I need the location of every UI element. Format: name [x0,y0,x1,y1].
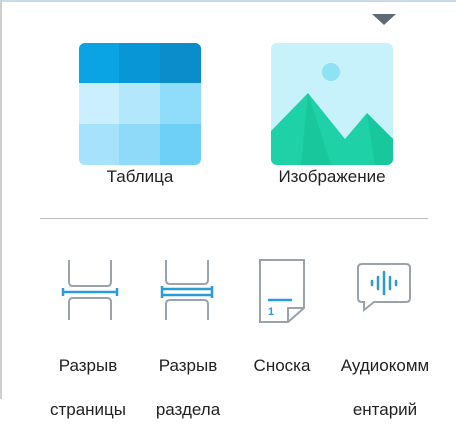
page-break-label: Разрыв страницы [49,356,127,419]
table-label: Таблица [106,167,174,186]
section-divider [40,218,428,219]
footnote-label: Сноска [253,356,311,375]
footnote-icon: 1 [259,259,305,323]
audio-comment-icon [357,263,411,312]
insert-panel: Таблица Изображение Разрыв страницы Разр… [0,0,456,419]
panel-top-border [0,0,456,2]
table-icon [79,43,201,165]
panel-left-border [0,0,2,399]
footnote-number: 1 [268,306,274,318]
image-label: Изображение [278,167,386,186]
section-break-icon [160,260,214,320]
page-break-icon [61,260,119,320]
image-icon [271,43,393,165]
section-break-label: Разрыв раздела [155,356,221,419]
audio-comment-label: Аудиокомм ентарий [340,356,430,419]
collapse-caret-icon[interactable] [372,14,396,25]
